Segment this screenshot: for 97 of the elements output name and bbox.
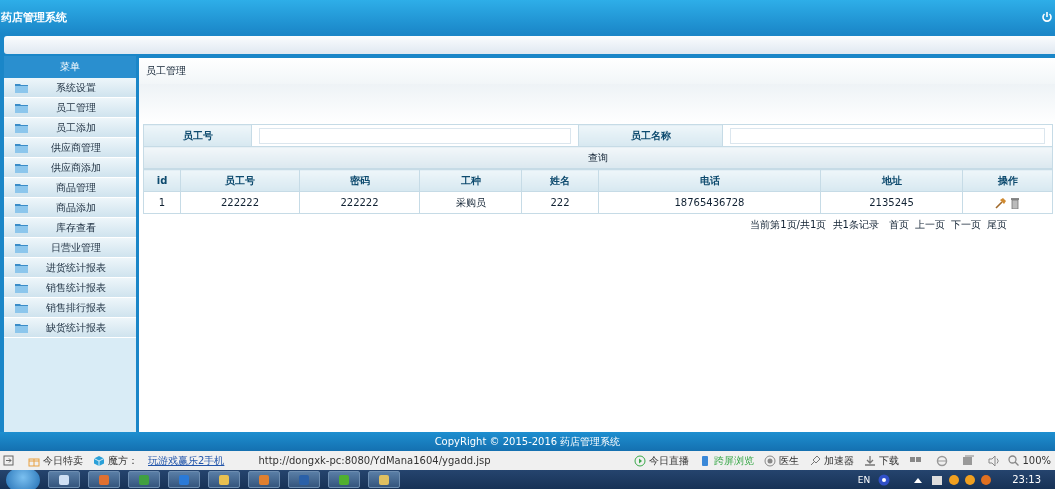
folder-icon — [15, 282, 28, 293]
table-cell: 222222 — [299, 191, 420, 214]
app-icon — [58, 473, 70, 486]
app-icon — [378, 473, 390, 486]
exit-icon[interactable] — [3, 455, 14, 466]
folder-icon — [15, 262, 28, 273]
menu-item[interactable]: 商品添加 — [4, 198, 136, 218]
folder-icon — [15, 222, 28, 233]
page-link[interactable]: 下一页 — [951, 218, 981, 232]
app-icon — [178, 473, 190, 486]
column-header: 工种 — [419, 169, 522, 192]
speaker-icon[interactable] — [988, 454, 1001, 467]
status-tool[interactable]: 加速器 — [809, 453, 855, 468]
table-cell: 2135245 — [820, 191, 963, 214]
taskbar-button[interactable] — [128, 471, 160, 488]
search-icon — [1008, 455, 1020, 466]
menu-item[interactable]: 供应商添加 — [4, 158, 136, 178]
language-indicator[interactable]: EN — [857, 474, 871, 485]
menu-header: 菜单 — [4, 56, 136, 78]
download-icon — [864, 454, 877, 467]
taskbar-button[interactable] — [368, 471, 400, 488]
folder-icon — [15, 102, 28, 113]
table-cell: 1 — [143, 191, 181, 214]
page-link[interactable]: 首页 — [889, 218, 909, 232]
menu-item[interactable]: 商品管理 — [4, 178, 136, 198]
target-icon — [764, 454, 777, 467]
window-icon[interactable] — [962, 455, 975, 466]
clock[interactable]: 23:13 — [1012, 474, 1041, 485]
input-field[interactable] — [729, 127, 1046, 144]
column-header: 姓名 — [521, 169, 599, 192]
page-link[interactable]: 上一页 — [915, 218, 945, 232]
taskbar-button[interactable] — [88, 471, 120, 488]
menu-item[interactable]: 进货统计报表 — [4, 258, 136, 278]
status-item[interactable]: 今日特卖 — [28, 453, 83, 468]
menu-item[interactable]: 销售统计报表 — [4, 278, 136, 298]
taskbar-button[interactable] — [48, 471, 80, 488]
page-summary: 当前第1页/共1页 共1条记录 — [750, 218, 879, 232]
menu-item[interactable]: 销售排行报表 — [4, 298, 136, 318]
status-tool[interactable]: 下载 — [864, 453, 900, 468]
app-icon — [138, 473, 150, 486]
cube-icon — [93, 454, 105, 467]
menu-item[interactable]: 日营业管理 — [4, 238, 136, 258]
column-header: 地址 — [820, 169, 963, 192]
menu-item[interactable]: 员工添加 — [4, 118, 136, 138]
table-cell: 18765436728 — [598, 191, 821, 214]
app-icon — [98, 473, 110, 486]
table-cell: 采购员 — [419, 191, 522, 214]
menu-item[interactable]: 员工管理 — [4, 98, 136, 118]
app-icon — [338, 473, 350, 486]
field-label: 员工号 — [143, 124, 252, 147]
zoom-level[interactable]: 100% — [1008, 455, 1051, 466]
column-header: 操作 — [962, 169, 1053, 192]
column-header: 员工号 — [180, 169, 300, 192]
folder-icon — [15, 122, 28, 133]
start-button[interactable] — [6, 470, 40, 489]
taskbar-button[interactable] — [208, 471, 240, 488]
power-icon[interactable] — [1041, 11, 1053, 23]
folder-icon — [15, 142, 28, 153]
pin-icon — [809, 454, 822, 467]
folder-icon — [15, 82, 28, 93]
menu-item[interactable]: 缺货统计报表 — [4, 318, 136, 338]
app-icon — [298, 473, 310, 486]
tray-icons-drawing[interactable] — [932, 473, 993, 486]
hammer-icon[interactable] — [995, 196, 1007, 209]
copyright-text: CopyRight © 2015-2016 药店管理系统 — [434, 434, 621, 449]
table-cell: 222 — [521, 191, 599, 214]
help-icon[interactable] — [878, 473, 891, 486]
folder-icon — [15, 182, 28, 193]
caret-icon[interactable] — [914, 476, 923, 483]
table-cell: 222222 — [180, 191, 300, 214]
status-tool[interactable]: 今日直播 — [634, 453, 690, 468]
folder-icon — [15, 242, 28, 253]
column-header: 电话 — [598, 169, 821, 192]
taskbar-button[interactable] — [248, 471, 280, 488]
menu-item[interactable]: 供应商管理 — [4, 138, 136, 158]
column-header: id — [143, 169, 181, 192]
folder-icon — [15, 322, 28, 333]
ad-link[interactable]: 玩游戏赢乐2手机 — [148, 453, 225, 468]
folder-icon — [15, 202, 28, 213]
page-link[interactable]: 尾页 — [987, 218, 1007, 232]
status-tool[interactable]: 医生 — [764, 453, 800, 468]
input-field[interactable] — [258, 127, 572, 144]
folder-icon — [15, 302, 28, 313]
trash-icon[interactable] — [1010, 196, 1020, 209]
status-item[interactable]: 魔方： — [93, 453, 138, 468]
folder-icon — [15, 162, 28, 173]
field-label: 员工名称 — [578, 124, 723, 147]
play-icon — [634, 454, 647, 467]
column-header: 密码 — [299, 169, 420, 192]
app-icon — [218, 473, 230, 486]
app-icon — [258, 473, 270, 486]
menu-item[interactable]: 库存查看 — [4, 218, 136, 238]
app-title: 药店管理系统 — [1, 9, 67, 25]
search-button[interactable]: 查询 — [582, 149, 614, 166]
taskbar-button[interactable] — [328, 471, 360, 488]
status-url: http://dongxk-pc:8080/YdMana1604/ygadd.jsp — [258, 455, 492, 466]
menu-item[interactable]: 系统设置 — [4, 78, 136, 98]
